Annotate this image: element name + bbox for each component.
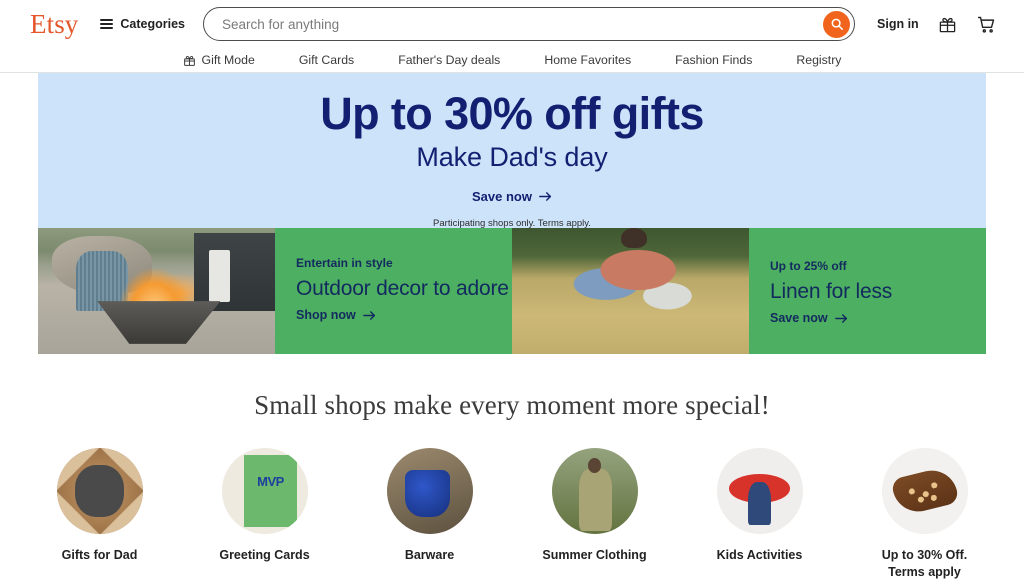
promo-cta-label: Save now (770, 311, 828, 326)
category-item-up-to-30-off[interactable]: Up to 30% Off. Terms apply (863, 448, 986, 581)
search-icon (831, 18, 843, 31)
hero-cta-label: Save now (472, 189, 532, 205)
subnav-label: Fashion Finds (675, 53, 753, 67)
categories-label: Categories (120, 17, 186, 31)
promo-image-outdoor-decor (38, 228, 275, 354)
subnav-label: Home Favorites (544, 53, 632, 67)
search-container (203, 7, 856, 41)
category-thumbnail (716, 448, 803, 534)
promo-eyebrow: Entertain in style (296, 256, 393, 270)
category-item-summer-clothing[interactable]: Summer Clothing (533, 448, 656, 581)
subnav-label: Gift Cards (298, 53, 355, 67)
category-item-greeting-cards[interactable]: Greeting Cards (203, 448, 326, 581)
hero-save-now-link[interactable]: Save now (472, 189, 552, 204)
category-thumbnail (881, 448, 968, 534)
etsy-logo[interactable]: Etsy (30, 10, 78, 38)
cart-icon (977, 16, 994, 33)
small-shops-section: Small shops make every moment more speci… (38, 354, 986, 581)
search-box[interactable] (203, 7, 856, 41)
subnav-item-registry[interactable]: Registry (774, 53, 863, 67)
subnav-item-fathers-day-deals[interactable]: Father's Day deals (376, 53, 522, 67)
promo-card-linen[interactable]: Up to 25% off Linen for less Save now (749, 228, 986, 354)
promo-cta-label: Shop now (296, 308, 356, 323)
subnav-item-gift-mode[interactable]: Gift Mode (161, 53, 277, 67)
secondary-navigation: Gift Mode Gift Cards Father's Day deals … (0, 48, 1024, 73)
arrow-right-icon (362, 310, 375, 320)
category-thumbnail (386, 448, 473, 534)
cart-button[interactable] (976, 14, 997, 35)
promo-save-now-link[interactable]: Save now (770, 311, 986, 325)
categories-button[interactable]: Categories (100, 17, 185, 32)
hero-banner[interactable]: Up to 30% off gifts Make Dad's day Save … (38, 73, 986, 229)
category-label: Kids Activities (716, 548, 803, 562)
promo-image-linen (512, 228, 749, 354)
category-label: Gifts for Dad (61, 548, 138, 562)
category-list: Gifts for Dad Greeting Cards Barware Sum… (38, 448, 986, 581)
category-label: Barware (404, 548, 455, 562)
hero-headline: Up to 30% off gifts (320, 88, 704, 139)
category-thumbnail (551, 448, 638, 534)
category-thumbnail (56, 448, 143, 534)
subnav-label: Gift Mode (201, 53, 255, 67)
main-content: Up to 30% off gifts Make Dad's day Save … (0, 73, 1024, 581)
subnav-item-home-favorites[interactable]: Home Favorites (522, 53, 653, 67)
promo-eyebrow: Up to 25% off (770, 259, 847, 273)
category-thumbnail (221, 448, 308, 534)
section-heading: Small shops make every moment more speci… (254, 390, 770, 420)
promo-shop-now-link[interactable]: Shop now (296, 308, 512, 322)
subnav-item-fashion-finds[interactable]: Fashion Finds (653, 53, 774, 67)
hero-subheadline: Make Dad's day (416, 142, 608, 173)
gift-icon (183, 55, 195, 66)
category-item-gifts-for-dad[interactable]: Gifts for Dad (38, 448, 161, 581)
header-actions: Sign in (877, 14, 997, 35)
category-label: Summer Clothing (542, 548, 647, 562)
search-submit-button[interactable] (823, 10, 851, 38)
search-input[interactable] (222, 16, 824, 32)
gift-icon (939, 17, 955, 32)
category-label: Up to 30% Off. Terms apply (881, 548, 968, 579)
subnav-label: Father's Day deals (398, 53, 501, 67)
arrow-right-icon (834, 313, 847, 323)
category-item-barware[interactable]: Barware (368, 448, 491, 581)
gift-registry-button[interactable] (938, 15, 957, 34)
hamburger-icon (100, 17, 114, 32)
promo-card-outdoor-decor[interactable]: Entertain in style Outdoor decor to ador… (275, 228, 512, 354)
site-header: Etsy Categories Sign in (0, 0, 1024, 48)
promo-title: Linen for less (770, 280, 893, 303)
arrow-right-icon (539, 192, 552, 201)
subnav-item-gift-cards[interactable]: Gift Cards (277, 53, 376, 67)
category-item-kids-activities[interactable]: Kids Activities (698, 448, 821, 581)
sign-in-link[interactable]: Sign in (877, 17, 919, 31)
promo-row: Entertain in style Outdoor decor to ador… (38, 228, 986, 354)
subnav-label: Registry (796, 53, 842, 67)
promo-title: Outdoor decor to adore (296, 277, 509, 300)
category-label: Greeting Cards (219, 548, 310, 562)
